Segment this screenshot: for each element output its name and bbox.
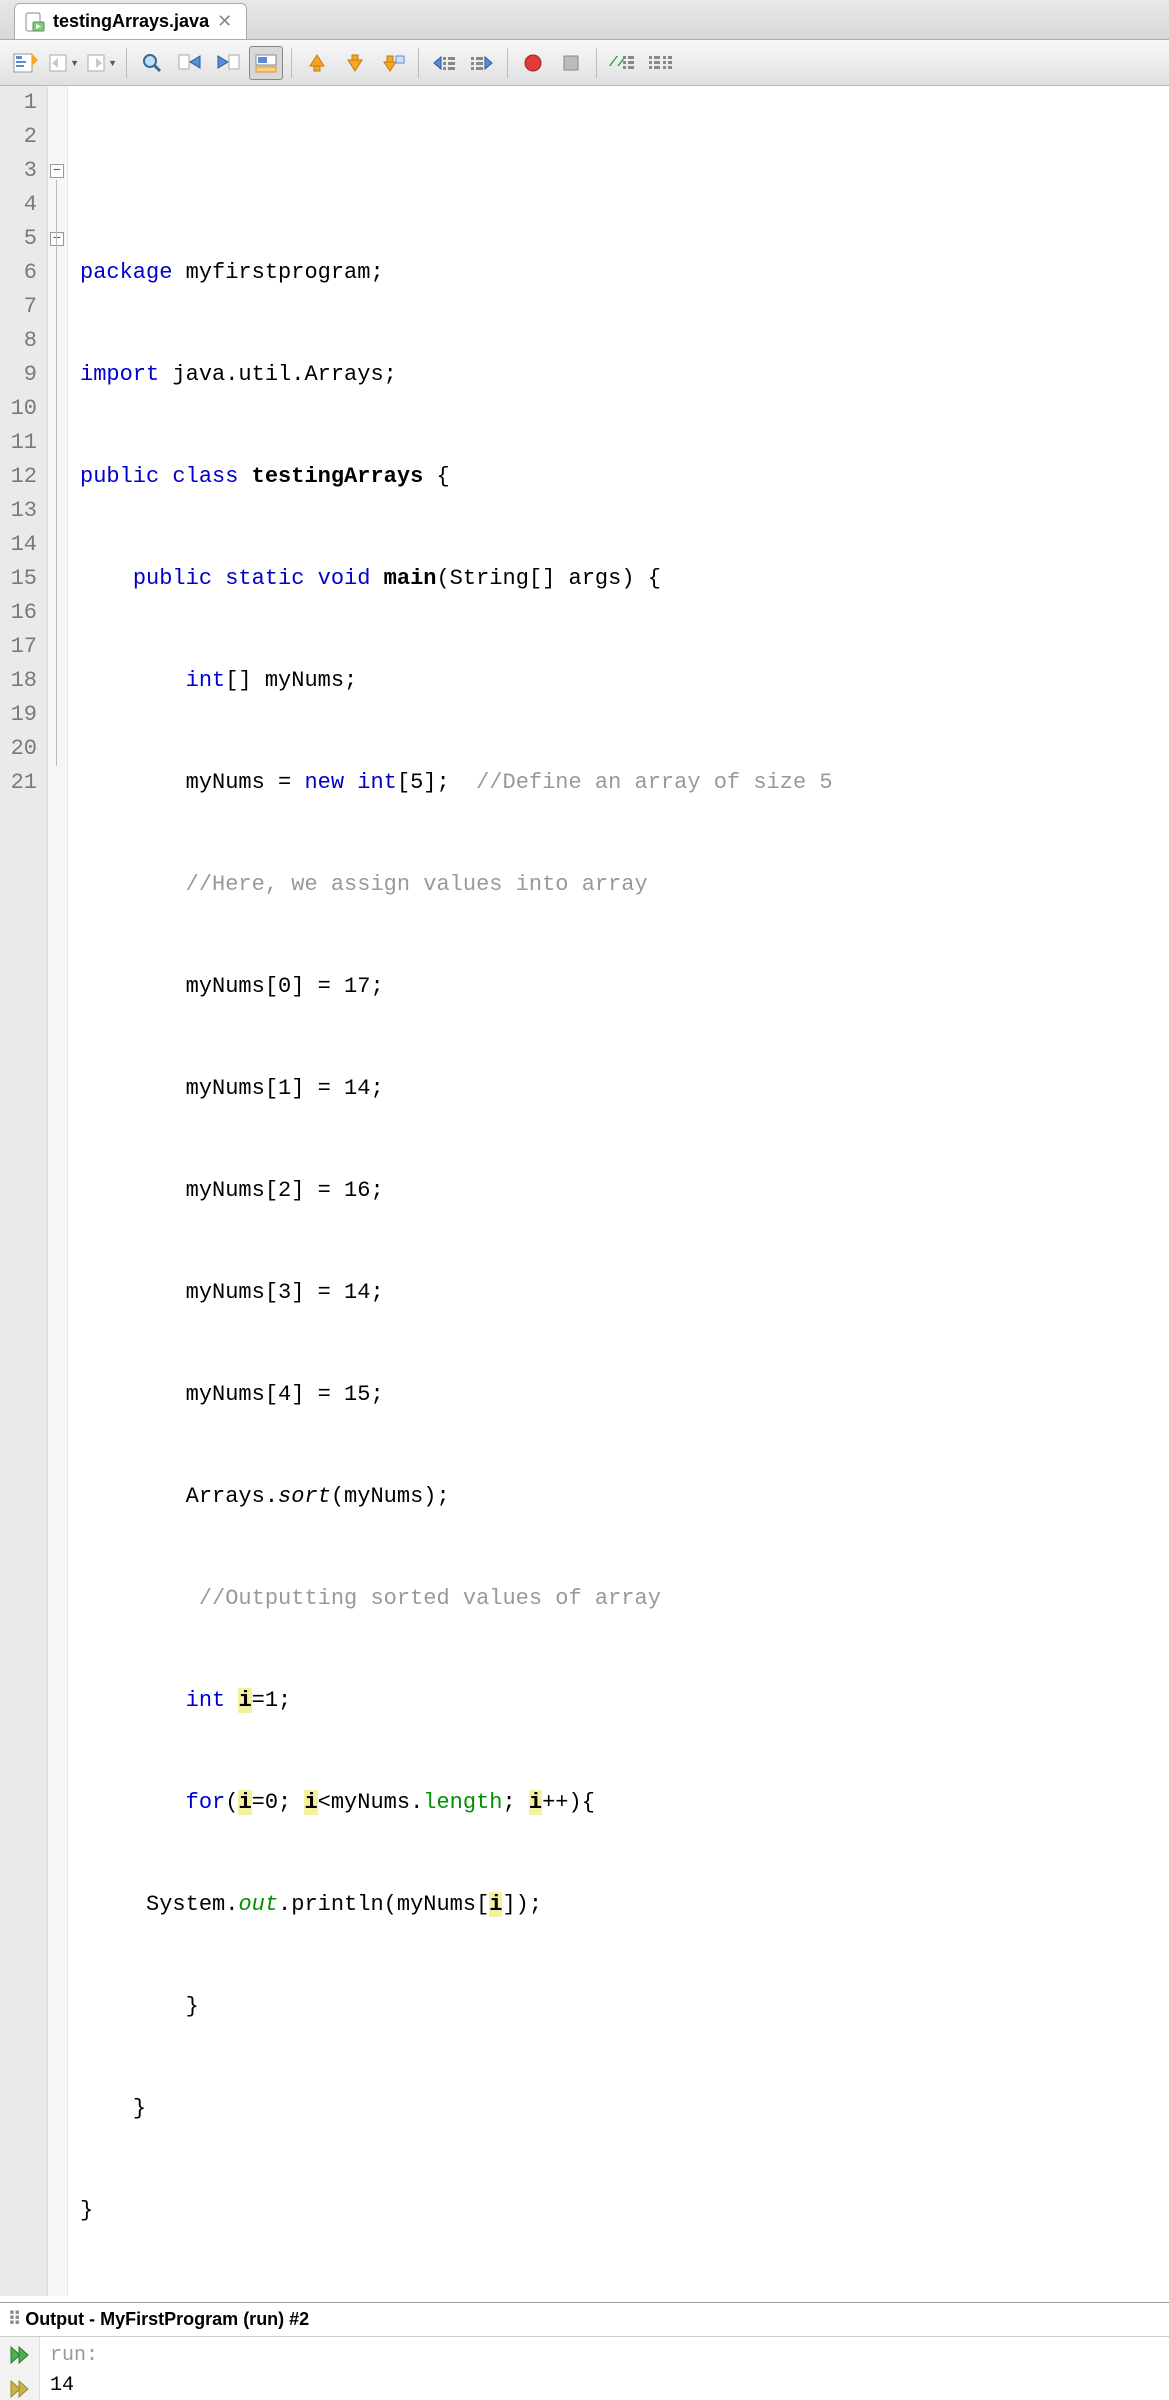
line-number: 18 xyxy=(0,664,43,698)
code-line: System.out.println(myNums[i]); xyxy=(80,1888,833,1922)
code-line: myNums[2] = 16; xyxy=(80,1174,833,1208)
prev-occurrence-icon[interactable] xyxy=(173,46,207,80)
code-line: int[] myNums; xyxy=(80,664,833,698)
line-number: 2 xyxy=(0,120,43,154)
line-number: 14 xyxy=(0,528,43,562)
code-line: for(i=0; i<myNums.length; i++){ xyxy=(80,1786,833,1820)
line-number: 10 xyxy=(0,392,43,426)
code-line: myNums[0] = 17; xyxy=(80,970,833,1004)
line-number: 21 xyxy=(0,766,43,800)
toolbar-separator xyxy=(507,48,508,78)
comment-icon[interactable]: // xyxy=(605,46,639,80)
code-line: package myfirstprogram; xyxy=(80,256,833,290)
code-lines[interactable]: package myfirstprogram; import java.util… xyxy=(68,86,833,2296)
line-number: 9 xyxy=(0,358,43,392)
macro-record-icon[interactable] xyxy=(516,46,550,80)
fold-toggle-icon[interactable]: − xyxy=(50,232,64,246)
close-tab-icon[interactable]: ✕ xyxy=(217,11,232,32)
line-number: 7 xyxy=(0,290,43,324)
tab-bar: testingArrays.java ✕ xyxy=(0,0,1169,40)
line-number: 1 xyxy=(0,86,43,120)
line-number: 20 xyxy=(0,732,43,766)
code-line: public class testingArrays { xyxy=(80,460,833,494)
macro-stop-icon[interactable] xyxy=(554,46,588,80)
code-line: public static void main(String[] args) { xyxy=(80,562,833,596)
code-line xyxy=(80,154,833,188)
code-line: myNums[1] = 14; xyxy=(80,1072,833,1106)
code-line: myNums[3] = 14; xyxy=(80,1276,833,1310)
java-file-icon xyxy=(25,12,45,32)
code-line: //Here, we assign values into array xyxy=(80,868,833,902)
line-number: 5 xyxy=(0,222,43,256)
toolbar-separator xyxy=(291,48,292,78)
editor-toolbar: ▼ ▼ // xyxy=(0,40,1169,86)
line-number: 8 xyxy=(0,324,43,358)
prev-bookmark-icon[interactable] xyxy=(300,46,334,80)
code-line: //Outputting sorted values of array xyxy=(80,1582,833,1616)
output-line: run: xyxy=(50,2341,518,2371)
code-line: myNums[4] = 15; xyxy=(80,1378,833,1412)
toolbar-separator xyxy=(126,48,127,78)
line-number: 3 xyxy=(0,154,43,188)
code-line: int i=1; xyxy=(80,1684,833,1718)
output-line: 14 xyxy=(50,2371,518,2400)
fold-toggle-icon[interactable]: − xyxy=(50,164,64,178)
next-bookmark-icon[interactable] xyxy=(338,46,372,80)
uncomment-icon[interactable] xyxy=(643,46,677,80)
fold-guide xyxy=(56,180,57,766)
code-line: myNums = new int[5]; //Define an array o… xyxy=(80,766,833,800)
line-number: 19 xyxy=(0,698,43,732)
line-number: 17 xyxy=(0,630,43,664)
file-tab[interactable]: testingArrays.java ✕ xyxy=(14,3,247,39)
line-number: 4 xyxy=(0,188,43,222)
toolbar-separator xyxy=(418,48,419,78)
line-number: 13 xyxy=(0,494,43,528)
rerun-icon[interactable] xyxy=(6,2341,34,2369)
line-number: 12 xyxy=(0,460,43,494)
code-line: import java.util.Arrays; xyxy=(80,358,833,392)
toggle-highlight-icon[interactable] xyxy=(249,46,283,80)
next-occurrence-icon[interactable] xyxy=(211,46,245,80)
fold-column: − − xyxy=(48,86,68,2296)
line-number: 16 xyxy=(0,596,43,630)
code-line: } xyxy=(80,1990,833,2024)
shift-right-icon[interactable] xyxy=(465,46,499,80)
drag-handle-icon[interactable]: ⠿ xyxy=(8,2309,19,2330)
output-panel: ⠿ Output - MyFirstProgram (run) #2 run: … xyxy=(0,2302,1169,2400)
code-editor[interactable]: 1 2 3 4 5 6 7 8 9 10 11 12 13 14 15 16 1… xyxy=(0,86,1169,2296)
output-panel-title: ⠿ Output - MyFirstProgram (run) #2 xyxy=(0,2303,1169,2337)
code-line: } xyxy=(80,2092,833,2126)
line-number-gutter: 1 2 3 4 5 6 7 8 9 10 11 12 13 14 15 16 1… xyxy=(0,86,48,2296)
output-text[interactable]: run: 14 14 15 16 17 BUILD SUCCESSFUL (to… xyxy=(40,2337,528,2400)
toggle-bookmark-icon[interactable] xyxy=(376,46,410,80)
history-forward-icon[interactable]: ▼ xyxy=(84,46,118,80)
toolbar-separator xyxy=(596,48,597,78)
source-icon[interactable] xyxy=(8,46,42,80)
line-number: 11 xyxy=(0,426,43,460)
line-number: 15 xyxy=(0,562,43,596)
history-back-icon[interactable]: ▼ xyxy=(46,46,80,80)
rerun-alt-icon[interactable] xyxy=(6,2375,34,2400)
output-gutter xyxy=(0,2337,40,2400)
find-icon[interactable] xyxy=(135,46,169,80)
code-line: } xyxy=(80,2194,833,2228)
output-title-text: Output - MyFirstProgram (run) #2 xyxy=(25,2309,309,2330)
line-number: 6 xyxy=(0,256,43,290)
file-tab-label: testingArrays.java xyxy=(53,11,209,32)
shift-left-icon[interactable] xyxy=(427,46,461,80)
code-line: Arrays.sort(myNums); xyxy=(80,1480,833,1514)
